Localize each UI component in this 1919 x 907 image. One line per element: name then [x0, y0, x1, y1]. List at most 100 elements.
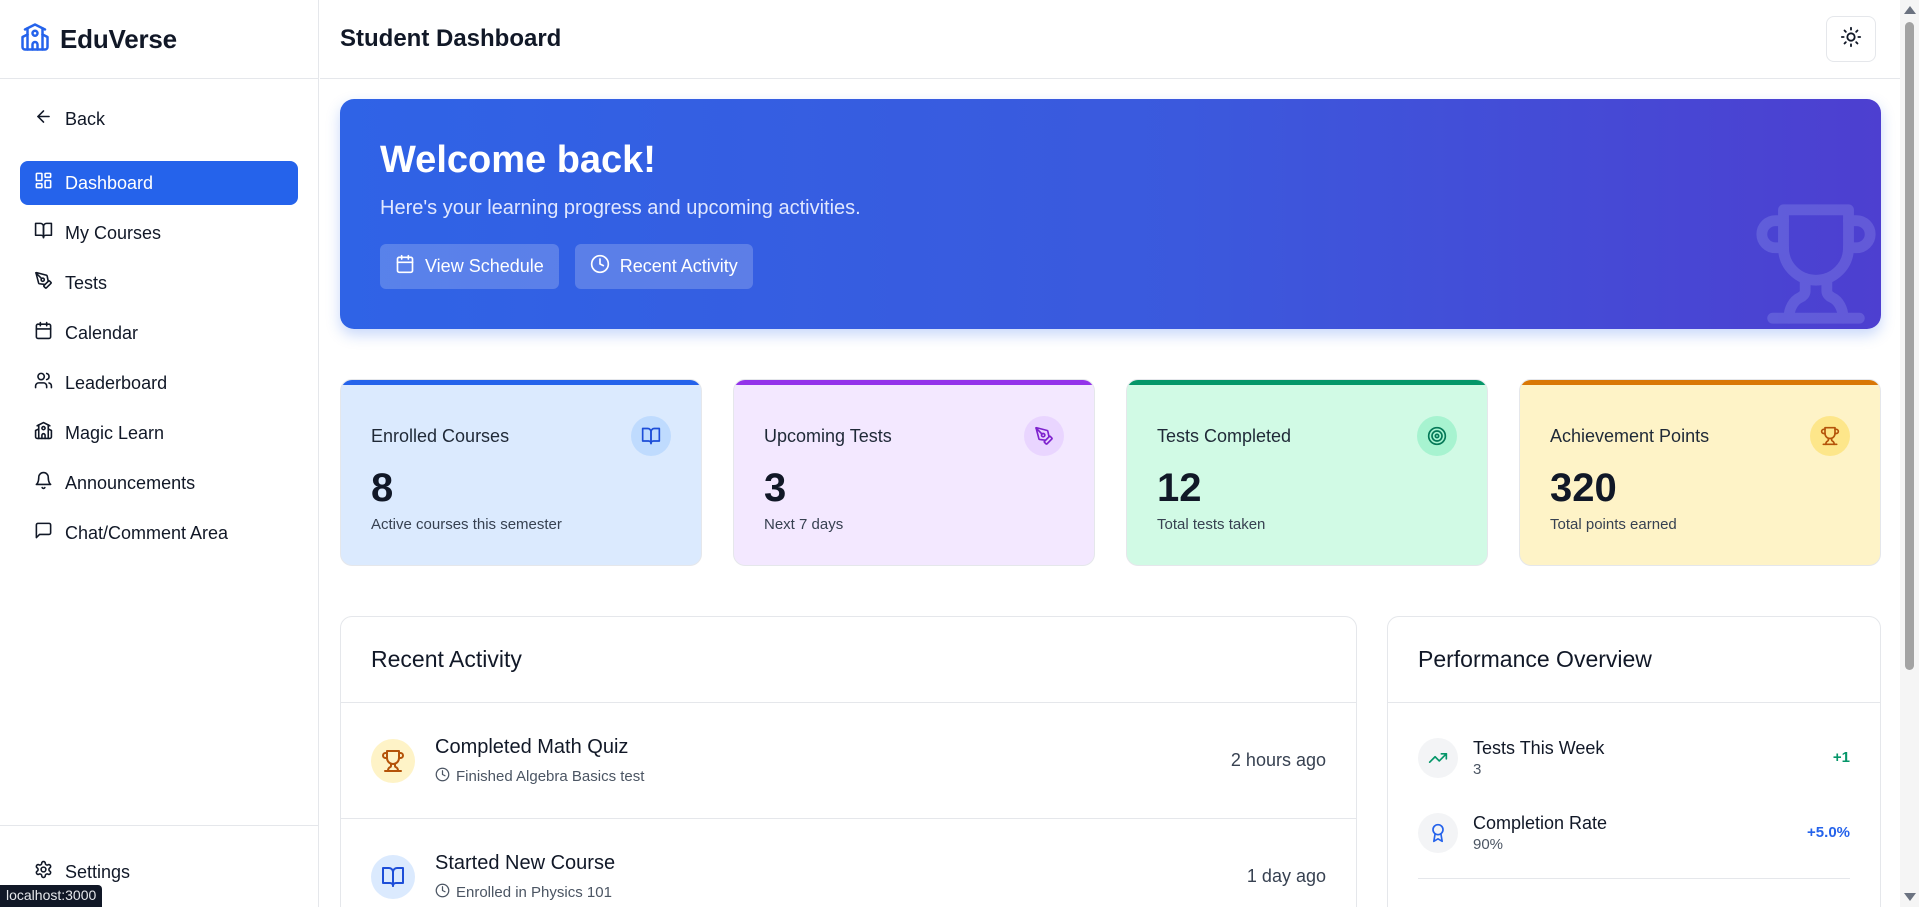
theme-toggle-button[interactable]: [1826, 16, 1876, 62]
stat-card-achievement-points[interactable]: Achievement Points 320 Total points earn…: [1519, 379, 1881, 566]
sidebar-item-label: Magic Learn: [65, 422, 165, 443]
stat-label: Achievement Points: [1550, 426, 1710, 446]
stat-note: Total tests taken: [1157, 516, 1266, 533]
calendar-icon: [34, 321, 53, 345]
stat-value: 320: [1550, 466, 1617, 510]
book-open-icon: [34, 221, 53, 245]
message-square-icon: [34, 521, 53, 545]
hero-actions: View Schedule Recent Activity: [380, 244, 753, 289]
welcome-banner: Welcome back! Here's your learning progr…: [340, 99, 1881, 329]
recent-activity-button[interactable]: Recent Activity: [574, 244, 753, 289]
performance-value: 3: [1473, 760, 1482, 778]
performance-delta: +5.0%: [1807, 824, 1850, 841]
back-button[interactable]: Back: [20, 97, 298, 141]
activity-body: Completed Math Quiz Finished Algebra Bas…: [435, 736, 1231, 786]
stat-accent-bar: [341, 380, 701, 385]
sidebar-item-label: Chat/Comment Area: [65, 522, 229, 543]
sidebar-item-my-courses[interactable]: My Courses: [20, 211, 298, 255]
performance-item: Completion Rate 90% +5.0%: [1388, 795, 1880, 870]
performance-delta: +1: [1832, 749, 1850, 766]
gear-icon: [34, 860, 53, 884]
sidebar-item-tests[interactable]: Tests: [20, 261, 298, 305]
activity-time: 1 day ago: [1246, 866, 1326, 886]
stat-label: Tests Completed: [1157, 426, 1292, 446]
stat-accent-bar: [1127, 380, 1487, 385]
activity-description-text: Enrolled in Physics 101: [456, 883, 612, 901]
sidebar-item-calendar[interactable]: Calendar: [20, 311, 298, 355]
trophy-icon: [1751, 199, 1881, 329]
sidebar: EduVerse Back Dashboard My Courses Tests…: [0, 0, 319, 907]
performance-label: Tests This Week: [1473, 737, 1605, 758]
trending-up-icon: [1418, 737, 1458, 778]
performance-overview-title: Performance Overview: [1388, 617, 1880, 703]
clock-icon: [590, 254, 610, 279]
activity-description-text: Finished Algebra Basics test: [456, 767, 645, 785]
trophy-icon: [1810, 416, 1850, 456]
award-icon: [1418, 812, 1458, 853]
scroll-thumb[interactable]: [1905, 22, 1914, 670]
school-icon: [20, 22, 50, 57]
stat-accent-bar: [734, 380, 1094, 385]
back-label: Back: [65, 108, 106, 129]
activity-item[interactable]: Started New Course Enrolled in Physics 1…: [341, 819, 1356, 907]
scroll-up-arrow[interactable]: [1904, 6, 1916, 14]
performance-body: Completion Rate 90%: [1473, 813, 1807, 853]
stat-value: 12: [1157, 466, 1202, 510]
sidebar-item-label: Calendar: [65, 322, 139, 343]
divider: [1418, 878, 1850, 879]
book-open-icon: [631, 416, 671, 456]
recent-activity-title: Recent Activity: [341, 617, 1356, 703]
sun-icon: [1840, 26, 1862, 53]
brand[interactable]: EduVerse: [0, 0, 318, 79]
school-icon: [34, 421, 53, 445]
view-schedule-label: View Schedule: [425, 256, 544, 276]
scroll-down-arrow[interactable]: [1904, 893, 1916, 901]
activity-body: Started New Course Enrolled in Physics 1…: [435, 852, 1247, 902]
activity-description: Enrolled in Physics 101: [435, 883, 1247, 902]
page-title: Student Dashboard: [340, 25, 562, 52]
settings-label: Settings: [65, 861, 131, 882]
arrow-left-icon: [34, 107, 53, 131]
clock-icon: [435, 767, 450, 786]
stat-label: Upcoming Tests: [764, 426, 892, 446]
sidebar-item-magic-learn[interactable]: Magic Learn: [20, 411, 298, 455]
stat-card-enrolled-courses[interactable]: Enrolled Courses 8 Active courses this s…: [340, 379, 702, 566]
performance-body: Tests This Week 3: [1473, 738, 1833, 778]
welcome-title: Welcome back!: [380, 139, 656, 181]
stat-note: Total points earned: [1550, 516, 1677, 533]
sidebar-item-label: Dashboard: [65, 172, 154, 193]
sidebar-item-chat[interactable]: Chat/Comment Area: [20, 511, 298, 555]
recent-activity-label: Recent Activity: [619, 256, 738, 276]
stat-card-upcoming-tests[interactable]: Upcoming Tests 3 Next 7 days: [733, 379, 1095, 566]
stat-label: Enrolled Courses: [371, 426, 510, 446]
sidebar-item-leaderboard[interactable]: Leaderboard: [20, 361, 298, 405]
users-icon: [34, 371, 53, 395]
recent-activity-panel: Recent Activity Completed Math Quiz Fini…: [340, 616, 1357, 907]
performance-item: Tests This Week 3 +1: [1388, 720, 1880, 795]
book-open-icon: [371, 854, 415, 899]
sidebar-item-label: My Courses: [65, 222, 162, 243]
view-schedule-button[interactable]: View Schedule: [380, 244, 559, 289]
activity-title: Completed Math Quiz: [435, 735, 629, 758]
performance-value: 90%: [1473, 835, 1504, 853]
sidebar-nav: Back Dashboard My Courses Tests Calendar…: [0, 79, 318, 555]
performance-overview-panel: Performance Overview Tests This Week 3 +…: [1387, 616, 1881, 907]
dashboard-icon: [34, 171, 53, 195]
bell-icon: [34, 471, 53, 495]
pen-tool-icon: [1024, 416, 1064, 456]
brand-name: EduVerse: [60, 23, 177, 54]
sidebar-item-label: Announcements: [65, 472, 196, 493]
sidebar-item-label: Tests: [65, 272, 108, 293]
activity-description: Finished Algebra Basics test: [435, 767, 1231, 786]
stat-note: Next 7 days: [764, 516, 844, 533]
clock-icon: [435, 883, 450, 902]
stat-value: 8: [371, 466, 394, 510]
welcome-subtitle: Here's your learning progress and upcomi…: [380, 197, 861, 219]
stat-card-tests-completed[interactable]: Tests Completed 12 Total tests taken: [1126, 379, 1488, 566]
sidebar-item-dashboard[interactable]: Dashboard: [20, 161, 298, 205]
topbar: Student Dashboard: [320, 0, 1900, 79]
activity-item[interactable]: Completed Math Quiz Finished Algebra Bas…: [341, 703, 1356, 819]
sidebar-item-announcements[interactable]: Announcements: [20, 461, 298, 505]
trophy-icon: [371, 738, 415, 783]
page-scrollbar[interactable]: [1900, 0, 1919, 907]
